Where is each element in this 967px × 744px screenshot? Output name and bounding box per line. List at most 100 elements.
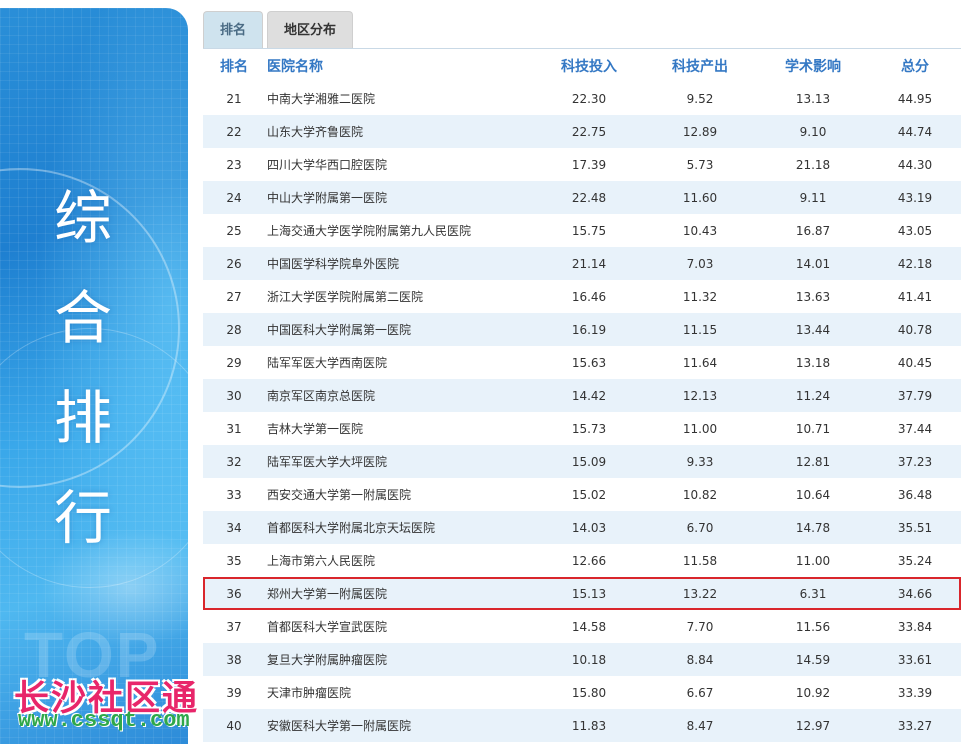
- table-row[interactable]: 25 上海交通大学医学院附属第九人民医院 15.75 10.43 16.87 43.05: [203, 214, 961, 247]
- investment-cell: 10.18: [571, 652, 607, 667]
- rank-cell: 33: [226, 487, 242, 502]
- academic-cell: 10.71: [795, 421, 831, 436]
- table-row[interactable]: 38 复旦大学附属肿瘤医院 10.18 8.84 14.59 33.61: [203, 643, 961, 676]
- academic-cell: 12.81: [795, 454, 831, 469]
- total-cell: 36.48: [897, 487, 933, 502]
- hospital-name-cell: 中山大学附属第一医院: [267, 191, 388, 205]
- table-row[interactable]: 29 陆军军医大学西南医院 15.63 11.64 13.18 40.45: [203, 346, 961, 379]
- rank-cell: 31: [226, 421, 242, 436]
- academic-cell: 14.78: [795, 520, 831, 535]
- academic-cell: 21.18: [795, 157, 831, 172]
- investment-cell: 11.83: [571, 718, 607, 733]
- academic-cell: 10.92: [795, 685, 831, 700]
- hospital-name-cell: 吉林大学第一医院: [267, 422, 364, 436]
- table-row[interactable]: 37 首都医科大学宣武医院 14.58 7.70 11.56 33.84: [203, 610, 961, 643]
- column-header-total[interactable]: 总分: [875, 49, 955, 82]
- table-row[interactable]: 21 中南大学湘雅二医院 22.30 9.52 13.13 44.95: [203, 82, 961, 115]
- academic-cell: 11.24: [795, 388, 831, 403]
- table-row[interactable]: 27 浙江大学医学院附属第二医院 16.46 11.32 13.63 41.41: [203, 280, 961, 313]
- table-header-row: 排名 医院名称 科技投入 科技产出 学术影响 总分: [203, 49, 961, 82]
- hospital-name-cell: 复旦大学附属肿瘤医院: [267, 653, 388, 667]
- table-row[interactable]: 26 中国医学科学院阜外医院 21.14 7.03 14.01 42.18: [203, 247, 961, 280]
- academic-cell: 14.59: [795, 652, 831, 667]
- output-cell: 5.73: [686, 157, 714, 172]
- investment-cell: 14.58: [571, 619, 607, 634]
- table-row[interactable]: 39 天津市肿瘤医院 15.80 6.67 10.92 33.39: [203, 676, 961, 709]
- investment-cell: 12.66: [571, 553, 607, 568]
- hospital-name-cell: 南京军区南京总医院: [267, 389, 376, 403]
- column-header-academic[interactable]: 学术影响: [773, 49, 853, 82]
- output-cell: 9.52: [686, 91, 714, 106]
- academic-cell: 9.11: [799, 190, 827, 205]
- table-row[interactable]: 40 安徽医科大学第一附属医院 11.83 8.47 12.97 33.27: [203, 709, 961, 742]
- table-row[interactable]: 34 首都医科大学附属北京天坛医院 14.03 6.70 14.78 35.51: [203, 511, 961, 544]
- tab-region-distribution[interactable]: 地区分布: [267, 11, 354, 49]
- tab-ranking[interactable]: 排名: [203, 11, 264, 49]
- rank-cell: 23: [226, 157, 242, 172]
- rank-cell: 37: [226, 619, 242, 634]
- academic-cell: 11.56: [795, 619, 831, 634]
- table-row[interactable]: 35 上海市第六人民医院 12.66 11.58 11.00 35.24: [203, 544, 961, 577]
- rank-cell: 30: [226, 388, 242, 403]
- hospital-name-cell: 西安交通大学第一附属医院: [267, 488, 412, 502]
- total-cell: 33.39: [897, 685, 933, 700]
- output-cell: 11.15: [682, 322, 718, 337]
- column-header-investment[interactable]: 科技投入: [549, 49, 629, 82]
- hospital-name-cell: 陆军军医大学大坪医院: [267, 455, 388, 469]
- table-row[interactable]: 23 四川大学华西口腔医院 17.39 5.73 21.18 44.30: [203, 148, 961, 181]
- output-cell: 11.32: [682, 289, 718, 304]
- column-header-rank[interactable]: 排名: [211, 49, 257, 82]
- investment-cell: 15.80: [571, 685, 607, 700]
- total-cell: 41.41: [897, 289, 933, 304]
- rank-cell: 39: [226, 685, 242, 700]
- output-cell: 6.70: [686, 520, 714, 535]
- hospital-name-cell: 山东大学齐鲁医院: [267, 125, 364, 139]
- table-row[interactable]: 31 吉林大学第一医院 15.73 11.00 10.71 37.44: [203, 412, 961, 445]
- rank-cell: 40: [226, 718, 242, 733]
- investment-cell: 22.48: [571, 190, 607, 205]
- ranking-banner: 综 合 排 行 TOP: [0, 8, 188, 744]
- hospital-name-cell: 中国医科大学附属第一医院: [267, 323, 412, 337]
- table-row-highlighted[interactable]: 36 郑州大学第一附属医院 15.13 13.22 6.31 34.66: [203, 577, 961, 610]
- rank-cell: 32: [226, 454, 242, 469]
- investment-cell: 16.46: [571, 289, 607, 304]
- investment-cell: 16.19: [571, 322, 607, 337]
- total-cell: 44.30: [897, 157, 933, 172]
- ranking-table: 排名 医院名称 科技投入 科技产出 学术影响 总分 21 中南大学湘雅二医院 22.…: [203, 48, 961, 742]
- total-cell: 33.27: [897, 718, 933, 733]
- investment-cell: 15.09: [571, 454, 607, 469]
- column-header-hospital-name[interactable]: 医院名称: [267, 49, 567, 82]
- table-body: 21 中南大学湘雅二医院 22.30 9.52 13.13 44.95 22 山东大学齐鲁医院…: [203, 82, 961, 742]
- hospital-name-cell: 浙江大学医学院附属第二医院: [267, 290, 424, 304]
- table-row[interactable]: 28 中国医科大学附属第一医院 16.19 11.15 13.44 40.78: [203, 313, 961, 346]
- rank-cell: 24: [226, 190, 242, 205]
- investment-cell: 15.73: [571, 421, 607, 436]
- tab-bar: 排名 地区分布: [203, 11, 354, 49]
- output-cell: 8.84: [686, 652, 714, 667]
- investment-cell: 14.03: [571, 520, 607, 535]
- banner-title-char: 综: [53, 184, 112, 252]
- output-cell: 12.89: [682, 124, 718, 139]
- output-cell: 6.67: [686, 685, 714, 700]
- hospital-name-cell: 上海交通大学医学院附属第九人民医院: [267, 224, 472, 238]
- table-row[interactable]: 32 陆军军医大学大坪医院 15.09 9.33 12.81 37.23: [203, 445, 961, 478]
- column-header-output[interactable]: 科技产出: [660, 49, 740, 82]
- table-row[interactable]: 24 中山大学附属第一医院 22.48 11.60 9.11 43.19: [203, 181, 961, 214]
- investment-cell: 14.42: [571, 388, 607, 403]
- table-row[interactable]: 22 山东大学齐鲁医院 22.75 12.89 9.10 44.74: [203, 115, 961, 148]
- hospital-name-cell: 四川大学华西口腔医院: [267, 158, 388, 172]
- table-row[interactable]: 33 西安交通大学第一附属医院 15.02 10.82 10.64 36.48: [203, 478, 961, 511]
- output-cell: 8.47: [686, 718, 714, 733]
- hospital-name-cell: 郑州大学第一附属医院: [267, 587, 388, 601]
- total-cell: 37.79: [897, 388, 933, 403]
- investment-cell: 22.75: [571, 124, 607, 139]
- output-cell: 10.43: [682, 223, 718, 238]
- hospital-name-cell: 中国医学科学院阜外医院: [267, 257, 400, 271]
- total-cell: 43.05: [897, 223, 933, 238]
- academic-cell: 9.10: [799, 124, 827, 139]
- output-cell: 10.82: [682, 487, 718, 502]
- hospital-name-cell: 首都医科大学附属北京天坛医院: [267, 521, 436, 535]
- table-row[interactable]: 30 南京军区南京总医院 14.42 12.13 11.24 37.79: [203, 379, 961, 412]
- banner-title-char: 行: [53, 484, 112, 552]
- banner-title: 综 合 排 行: [40, 168, 126, 568]
